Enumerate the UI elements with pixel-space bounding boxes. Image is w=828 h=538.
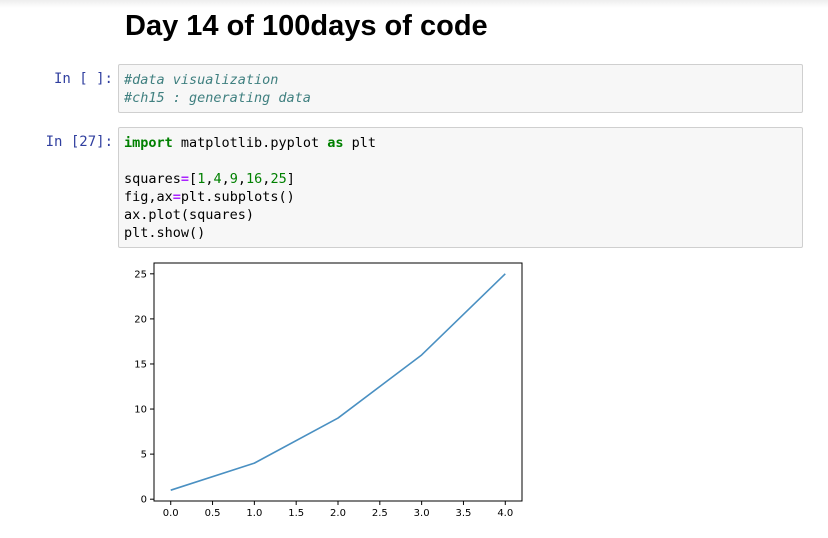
- operator-equals: =: [180, 171, 190, 187]
- x-tick-label: 0.0: [163, 508, 179, 519]
- code-line-squares: squares=[1,4,9,16,25]: [124, 170, 797, 188]
- cell-prompt: In [27]:: [45, 134, 113, 150]
- x-tick-label: 2.0: [330, 508, 346, 519]
- code-input-area[interactable]: import matplotlib.pyplot as plt squares=…: [118, 127, 803, 248]
- x-tick-label: 3.5: [456, 508, 472, 519]
- call-subplots: plt.subplots(): [180, 189, 295, 205]
- number-literal: 16: [246, 171, 263, 187]
- code-line-show: plt.show(): [124, 225, 206, 241]
- y-tick-label: 0: [141, 495, 147, 506]
- y-tick-label: 25: [134, 269, 147, 280]
- x-tick-label: 1.5: [288, 508, 304, 519]
- number-literal: 4: [213, 171, 222, 187]
- x-tick-label: 1.0: [246, 508, 262, 519]
- module-alias: plt: [343, 135, 376, 151]
- cell-prompt: In [ ]:: [53, 71, 113, 87]
- list-close: ]: [286, 171, 295, 187]
- var-squares: squares: [124, 171, 181, 187]
- operator-equals: =: [172, 189, 181, 205]
- keyword-as: as: [327, 135, 344, 151]
- y-tick-label: 5: [141, 450, 147, 461]
- comma: ,: [221, 171, 230, 187]
- plot-area-frame: [153, 262, 523, 502]
- y-tick-label: 20: [134, 314, 147, 325]
- keyword-import: import: [124, 135, 173, 151]
- code-line-import: import matplotlib.pyplot as plt: [124, 134, 797, 152]
- code-input-area[interactable]: #data visualization #ch15 : generating d…: [118, 64, 803, 113]
- code-line-plot: ax.plot(squares): [124, 207, 255, 223]
- comma: ,: [237, 171, 247, 187]
- number-literal: 25: [270, 171, 287, 187]
- page-top-shadow: [0, 0, 828, 8]
- code-line-subplots: fig,ax=plt.subplots(): [124, 188, 797, 206]
- module-name: matplotlib.pyplot: [172, 135, 328, 151]
- number-literal: 9: [229, 171, 238, 187]
- code-comment-line: #ch15 : generating data: [124, 90, 311, 106]
- notebook-title: Day 14 of 100days of code: [125, 10, 488, 42]
- x-tick-label: 4.0: [497, 508, 513, 519]
- var-fig-ax: fig,ax: [124, 189, 173, 205]
- code-comment-line: #data visualization: [124, 72, 279, 88]
- y-tick-label: 15: [134, 359, 147, 370]
- x-tick-label: 0.5: [205, 508, 221, 519]
- x-tick-label: 3.0: [414, 508, 430, 519]
- list-open: [: [189, 171, 198, 187]
- output-line-chart: 0.0 0.5 1.0 1.5 2.0 2.5 3.0 3.5 4.0 0 5 10 15 20 25: [134, 262, 523, 519]
- x-tick-label: 2.5: [372, 508, 388, 519]
- y-tick-label: 10: [134, 405, 147, 416]
